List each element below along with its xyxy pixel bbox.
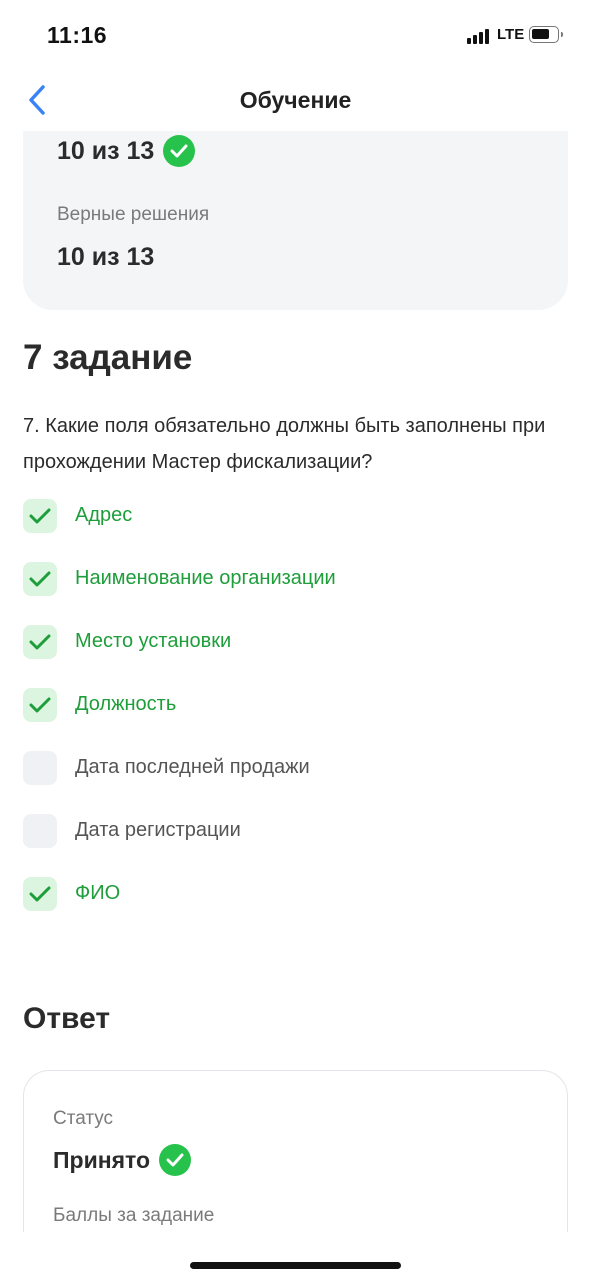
checkbox[interactable]	[23, 625, 57, 659]
checkmark-icon	[29, 571, 51, 587]
nav-bar: Обучение	[0, 70, 591, 130]
option-label: Должность	[75, 693, 177, 715]
check-circle-icon	[159, 1144, 192, 1176]
option-installation-place[interactable]: Место установки	[23, 623, 568, 663]
checkbox[interactable]	[23, 814, 57, 848]
option-organization-name[interactable]: Наименование организации	[23, 560, 568, 600]
checkmark-icon	[29, 886, 51, 902]
results-card: 10 из 13 Верные решения 10 из 13	[23, 131, 568, 310]
checkbox[interactable]	[23, 751, 57, 785]
page-title: Обучение	[239, 87, 352, 113]
signal-icon	[467, 28, 491, 44]
status-label: Статус	[53, 1108, 114, 1129]
option-label: Адрес	[75, 504, 133, 526]
checkmark-icon	[29, 697, 51, 713]
answer-heading: Ответ	[23, 1002, 111, 1035]
option-registration-date[interactable]: Дата регистрации	[23, 812, 568, 852]
option-last-sale-date[interactable]: Дата последней продажи	[23, 749, 568, 789]
checkmark-icon	[29, 634, 51, 650]
status-row: Принято	[53, 1144, 192, 1176]
option-label: Место установки	[75, 630, 232, 652]
option-full-name[interactable]: ФИО	[23, 875, 568, 915]
checkbox[interactable]	[23, 877, 57, 911]
task-title: 7 задание	[23, 338, 193, 377]
status-time: 11:16	[47, 22, 108, 48]
score-row: 10 из 13	[57, 135, 196, 167]
option-label: ФИО	[75, 882, 121, 904]
status-bar: 11:16 LTE	[0, 0, 591, 70]
correct-solutions-label: Верные решения	[57, 204, 210, 225]
checkbox[interactable]	[23, 499, 57, 533]
points-label: Баллы за задание	[53, 1205, 215, 1226]
answer-card: Статус Принято Баллы за задание	[23, 1070, 568, 1240]
network-type: LTE	[497, 26, 525, 43]
bottom-safe-area	[0, 1232, 591, 1280]
checkmark-icon	[29, 508, 51, 524]
check-circle-icon	[163, 135, 196, 167]
home-indicator[interactable]	[190, 1262, 401, 1269]
checkbox[interactable]	[23, 688, 57, 722]
option-label: Дата последней продажи	[75, 756, 310, 778]
status-value: Принято	[53, 1146, 151, 1173]
option-address[interactable]: Адрес	[23, 497, 568, 537]
option-label: Наименование организации	[75, 567, 336, 589]
option-position[interactable]: Должность	[23, 686, 568, 726]
correct-solutions-value: 10 из 13	[57, 243, 155, 271]
task-question: 7. Какие поля обязательно должны быть за…	[23, 415, 546, 473]
score-value: 10 из 13	[57, 136, 155, 165]
battery-icon	[529, 26, 563, 43]
option-label: Дата регистрации	[75, 819, 241, 841]
checkbox[interactable]	[23, 562, 57, 596]
